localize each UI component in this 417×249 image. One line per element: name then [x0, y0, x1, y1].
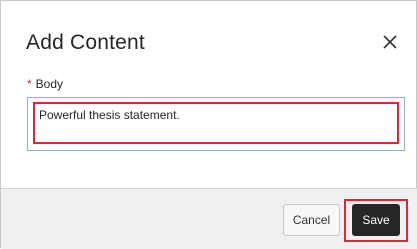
- dialog-footer: Cancel Save: [1, 188, 417, 249]
- body-field-label: * Body: [27, 77, 63, 91]
- add-content-dialog: Add Content * Body Powerful thesis statem…: [0, 0, 417, 249]
- save-button[interactable]: Save: [352, 204, 400, 236]
- close-button[interactable]: [379, 31, 401, 53]
- required-marker: *: [27, 77, 32, 91]
- dialog-header: Add Content: [1, 1, 416, 81]
- body-label-text: Body: [35, 77, 64, 91]
- dialog-title: Add Content: [26, 31, 145, 54]
- close-icon: [383, 35, 397, 49]
- body-field-container: Powerful thesis statement.: [27, 97, 405, 151]
- cancel-button[interactable]: Cancel: [283, 204, 340, 236]
- body-text-input[interactable]: Powerful thesis statement.: [33, 102, 399, 144]
